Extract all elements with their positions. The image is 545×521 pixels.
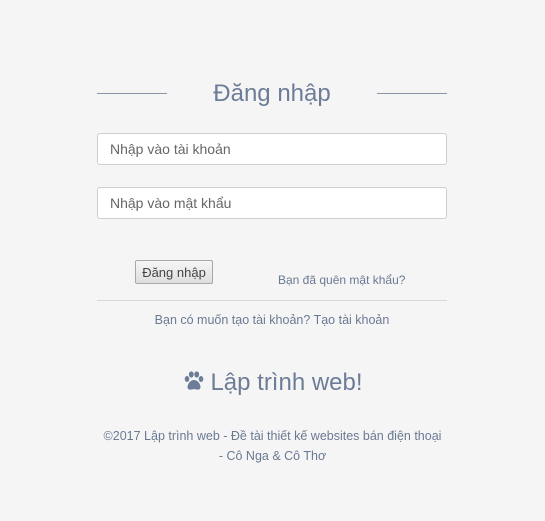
page-title: Đăng nhập: [213, 80, 331, 107]
register-row: Bạn có muốn tạo tài khoản? Tạo tài khoản: [97, 313, 447, 327]
brand-name: Lập trình web!: [210, 369, 363, 396]
register-prompt: Bạn có muốn tạo tài khoản?: [154, 313, 311, 327]
brand: Lập trình web!: [0, 367, 545, 399]
footer-copyright: ©2017 Lập trình web - Đề tài thiết kế we…: [103, 429, 442, 463]
heading-divider-right: [377, 93, 447, 94]
password-input[interactable]: [97, 187, 447, 219]
login-button[interactable]: Đăng nhập: [135, 260, 213, 284]
username-input[interactable]: [97, 133, 447, 165]
paw-icon: [182, 369, 206, 402]
register-link[interactable]: Tạo tài khoản: [314, 313, 390, 327]
divider: [97, 300, 447, 301]
forgot-password-link[interactable]: Bạn đã quên mật khẩu?: [278, 273, 405, 287]
login-heading: Đăng nhập: [97, 78, 447, 110]
